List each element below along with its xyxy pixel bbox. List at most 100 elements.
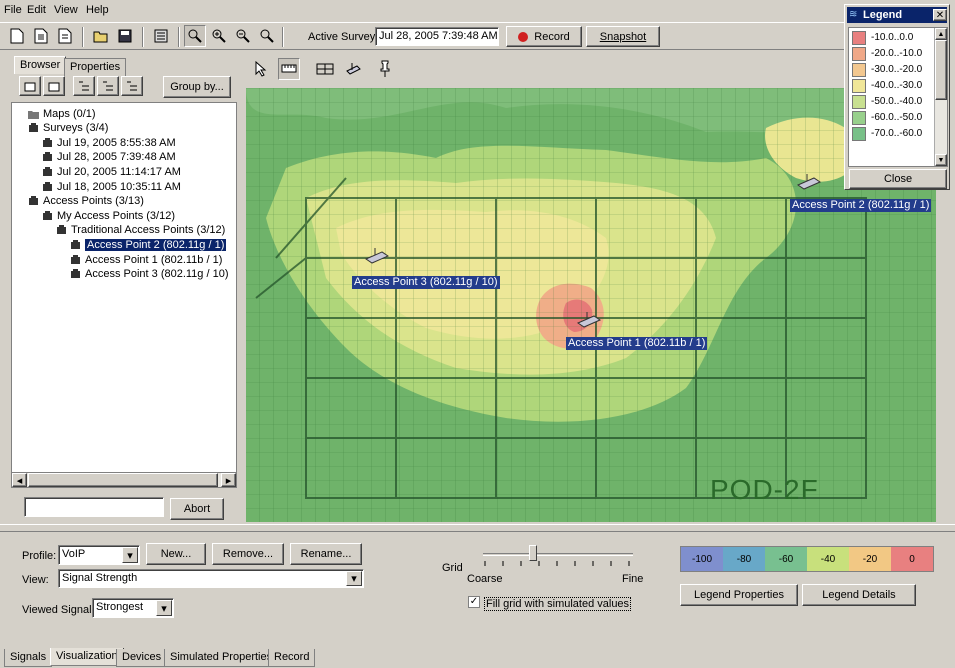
legend-swatch — [852, 95, 866, 109]
color-scale-cell: -60 — [765, 547, 807, 571]
bottom-tab[interactable]: Simulated Properties — [164, 649, 279, 667]
tree-row[interactable]: Access Points (3/13) — [28, 194, 144, 209]
new-profile-button[interactable]: New... — [146, 543, 206, 565]
viewed-signal-select[interactable]: Strongest ▾ — [92, 598, 174, 618]
group-by-button[interactable]: Group by... — [163, 76, 231, 98]
tree-row[interactable]: Traditional Access Points (3/12) — [56, 223, 225, 238]
legend-titlebar: Legend — [847, 7, 947, 23]
access-point-icon — [70, 254, 81, 265]
access-point-icon — [70, 239, 81, 250]
tree-row[interactable]: Access Point 3 (802.11g / 10) — [70, 267, 229, 282]
grid-slider-thumb[interactable] — [529, 545, 537, 561]
coarse-label: Coarse — [467, 573, 503, 585]
tree-row[interactable]: Access Point 1 (802.11b / 1) — [70, 252, 222, 267]
tree-row[interactable]: Jul 19, 2005 8:55:38 AM — [42, 135, 176, 150]
rename-profile-button[interactable]: Rename... — [290, 543, 362, 565]
fill-grid-checkbox[interactable]: ✓ — [468, 596, 480, 608]
bottom-tab[interactable]: Devices — [116, 649, 168, 667]
scroll-right-icon[interactable]: ▸ — [221, 473, 236, 487]
wall-tool-icon[interactable] — [314, 58, 336, 80]
view-select[interactable]: Signal Strength ▾ — [58, 569, 364, 588]
legend-vertical-scrollbar[interactable]: ▲ ▼ — [934, 28, 947, 166]
menu-edit[interactable]: Edit — [27, 4, 46, 16]
main-toolbar: Active Survey: Jul 28, 2005 7:39:48 AM R… — [0, 22, 850, 50]
menu-file[interactable]: File — [4, 4, 22, 16]
profile-select-value: VoIP — [62, 548, 86, 560]
calculator-icon[interactable] — [150, 25, 172, 47]
folder-icon — [28, 109, 39, 119]
tree-row[interactable]: Jul 18, 2005 10:35:11 AM — [42, 179, 181, 194]
access-point-2-marker[interactable] — [796, 172, 822, 195]
chevron-down-icon[interactable]: ▾ — [156, 600, 172, 616]
active-survey-field[interactable]: Jul 28, 2005 7:39:48 AM — [375, 27, 499, 46]
scroll-left-icon[interactable]: ◂ — [12, 473, 27, 487]
legend-scroll-up-icon[interactable]: ▲ — [935, 28, 947, 40]
remove-profile-button[interactable]: Remove... — [212, 543, 284, 565]
tree-row-label: Access Point 2 (802.11g / 1) — [85, 238, 227, 251]
legend-list: -10.0..0.0 -20.0..-10.0 -30.0..-20.0 -40.0.… — [848, 27, 948, 167]
tree-row[interactable]: Jul 28, 2005 7:39:48 AM — [42, 150, 176, 165]
legend-swatch — [852, 63, 866, 77]
fine-label: Fine — [622, 573, 644, 585]
bottom-tab[interactable]: Record — [268, 649, 316, 667]
tab-browser[interactable]: Browser — [14, 56, 67, 74]
fill-grid-label[interactable]: Fill grid with simulated values — [484, 597, 632, 611]
chevron-down-icon[interactable]: ▾ — [122, 547, 138, 563]
expand-tree-icon[interactable] — [73, 76, 95, 96]
ap-remove-icon[interactable] — [43, 76, 65, 96]
legend-swatch — [852, 127, 866, 141]
menu-view[interactable]: View — [54, 4, 78, 16]
pan-zoom-icon[interactable] — [184, 25, 206, 47]
legend-scroll-down-icon[interactable]: ▼ — [935, 154, 947, 166]
access-point-group-icon — [28, 196, 39, 206]
copy-document-icon[interactable] — [30, 25, 52, 47]
bottom-tab[interactable]: Visualization — [50, 648, 124, 666]
select-pointer-icon[interactable] — [250, 58, 272, 80]
abort-button[interactable]: Abort — [170, 498, 224, 520]
access-point-3-label[interactable]: Access Point 3 (802.11g / 10) — [352, 276, 500, 289]
tree-row[interactable]: Access Point 2 (802.11g / 1) — [70, 237, 227, 252]
open-folder-icon[interactable] — [90, 25, 112, 47]
tree-row-label: Jul 19, 2005 8:55:38 AM — [57, 136, 176, 149]
access-point-1-label[interactable]: Access Point 1 (802.11b / 1) — [566, 337, 708, 350]
chevron-down-icon[interactable]: ▾ — [346, 571, 362, 586]
zoom-in-icon[interactable] — [208, 25, 230, 47]
access-point-1-marker[interactable] — [576, 310, 602, 333]
legend-entry-label: -40.0..-30.0 — [871, 80, 923, 91]
access-point-2-label[interactable]: Access Point 2 (802.11g / 1) — [790, 199, 932, 212]
access-point-tool-icon[interactable] — [342, 58, 364, 80]
tree-row[interactable]: Surveys (3/4) — [28, 121, 108, 136]
zoom-fit-icon[interactable] — [256, 25, 278, 47]
bottom-tab[interactable]: Signals — [4, 649, 53, 667]
collapse-tree-icon[interactable] — [97, 76, 119, 96]
tree-horizontal-scrollbar[interactable]: ◂ ▸ — [11, 472, 237, 488]
scroll-thumb[interactable] — [28, 473, 218, 487]
legend-scroll-thumb[interactable] — [935, 40, 947, 100]
survey-icon — [42, 181, 53, 192]
zoom-out-icon[interactable] — [232, 25, 254, 47]
save-icon[interactable] — [114, 25, 136, 47]
access-point-3-marker[interactable] — [364, 246, 390, 269]
panel-splitter[interactable] — [0, 524, 955, 532]
tree-row[interactable]: Maps (0/1) — [28, 106, 96, 121]
menu-help[interactable]: Help — [86, 4, 109, 16]
legend-close-button[interactable]: Close — [849, 169, 947, 189]
record-button[interactable]: Record — [506, 26, 582, 47]
tree-row[interactable]: Jul 20, 2005 11:14:17 AM — [42, 164, 181, 179]
tree-options-icon[interactable] — [121, 76, 143, 96]
tree-row[interactable]: My Access Points (3/12) — [42, 208, 175, 223]
measure-icon[interactable] — [278, 58, 300, 80]
floor-label: POD-2F — [710, 474, 819, 505]
legend-close-x-icon[interactable]: ✕ — [933, 9, 947, 21]
map-canvas[interactable]: Access Point 3 (802.11g / 10) Access Poi… — [246, 88, 936, 522]
snapshot-button[interactable]: Snapshot — [586, 26, 660, 47]
legend-details-button[interactable]: Legend Details — [802, 584, 916, 606]
pin-icon[interactable] — [374, 58, 396, 80]
ap-add-icon[interactable] — [19, 76, 41, 96]
paste-document-icon[interactable] — [54, 25, 76, 47]
new-document-icon[interactable] — [6, 25, 28, 47]
access-point-group-icon — [56, 225, 67, 235]
legend-properties-button[interactable]: Legend Properties — [680, 584, 798, 606]
grid-slider[interactable] — [483, 545, 633, 569]
profile-select[interactable]: VoIP ▾ — [58, 545, 140, 565]
